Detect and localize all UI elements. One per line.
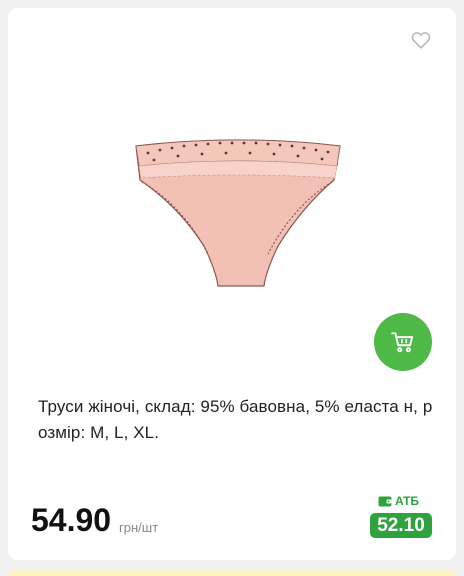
product-image[interactable]	[128, 136, 348, 306]
wallet-icon	[378, 496, 392, 506]
next-card-edge	[8, 570, 456, 576]
product-photo	[135, 139, 341, 287]
promo-brand: АТБ	[395, 494, 420, 508]
cart-icon	[391, 332, 414, 353]
heart-icon	[411, 32, 431, 49]
product-card[interactable]: Труси жіночі, склад: 95% бавовна, 5% ела…	[8, 8, 456, 560]
product-title[interactable]: Труси жіночі, склад: 95% бавовна, 5% ела…	[38, 394, 434, 446]
promo-price: 52.10	[370, 513, 432, 538]
promo-label: АТБ	[378, 493, 419, 509]
wishlist-button[interactable]	[410, 29, 432, 51]
product-price: 54.90	[31, 502, 112, 538]
add-to-cart-button[interactable]	[374, 313, 432, 371]
price-unit: грн/шт	[119, 520, 159, 535]
